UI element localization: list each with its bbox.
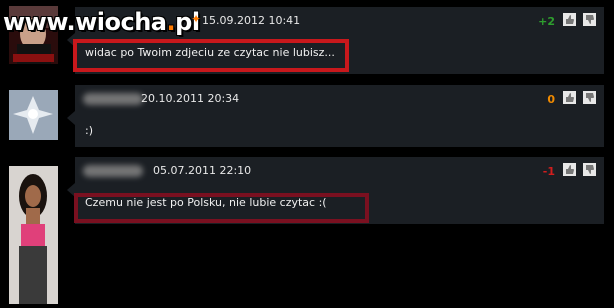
highlight-box	[74, 193, 369, 223]
watermark-prefix: www.	[3, 8, 76, 36]
site-watermark: www.wiocha.pl	[3, 8, 200, 36]
thumbs-down-icon[interactable]	[583, 91, 596, 104]
thumbs-down-icon[interactable]	[583, 13, 596, 26]
star-icon: ✦	[191, 12, 202, 26]
author-name-blurred	[83, 165, 143, 177]
comment-date: 05.07.2011 22:10	[153, 164, 252, 177]
thumbs-up-icon[interactable]	[563, 163, 576, 176]
thumbs-up-icon[interactable]	[563, 91, 576, 104]
avatar-3[interactable]	[9, 166, 58, 304]
author-name-blurred	[83, 93, 143, 105]
comment-score: +2	[538, 15, 555, 28]
comment-header: 20.10.2011 20:34 0	[75, 85, 604, 113]
avatar-2[interactable]	[9, 90, 58, 140]
thumbs-up-icon[interactable]	[563, 13, 576, 26]
comment-date: 15.09.2012 10:41	[202, 14, 301, 27]
thumbs-down-icon[interactable]	[583, 163, 596, 176]
comment-score: -1	[542, 165, 555, 178]
comment-header: 05.07.2011 22:10 -1	[75, 157, 604, 185]
comment-2: 20.10.2011 20:34 0 :)	[67, 85, 604, 147]
comment-date: 20.10.2011 20:34	[141, 92, 240, 105]
watermark-dot: .	[166, 8, 176, 36]
watermark-name: wiocha	[75, 8, 167, 36]
comment-text: :)	[85, 124, 93, 137]
comment-score: 0	[547, 93, 555, 106]
highlight-box	[73, 39, 349, 72]
